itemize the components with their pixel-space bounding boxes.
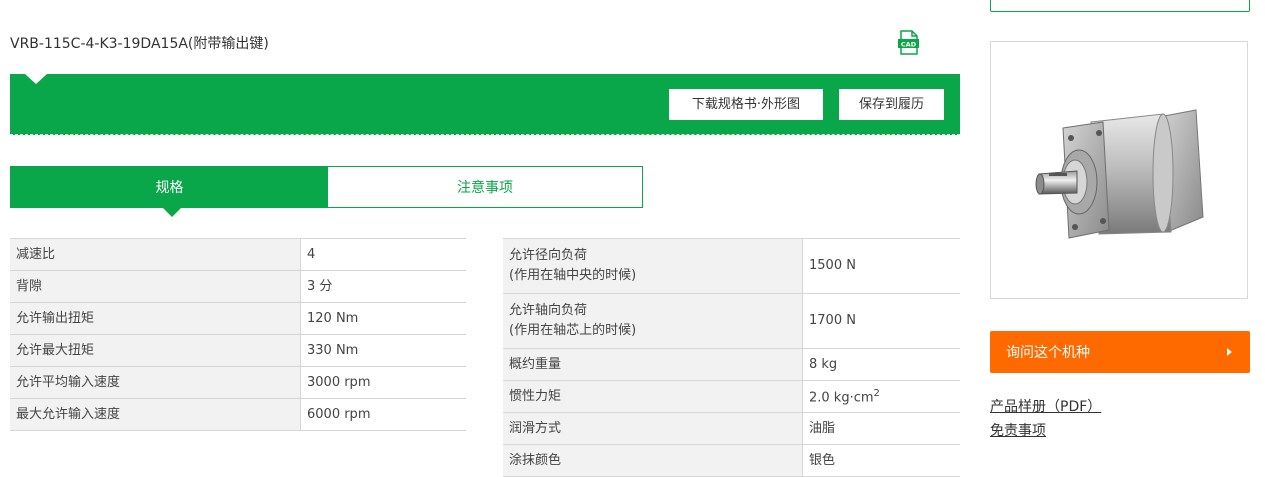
spec-value: 2.0 kg·cm2 — [802, 380, 960, 413]
table-row: 允许径向负荷 (作用在轴中央的时候) 1500 N — [503, 238, 960, 294]
spec-value: 4 — [300, 238, 466, 271]
table-row: 允许最大扭矩 330 Nm — [10, 334, 466, 367]
spec-value: 1700 N — [802, 293, 960, 349]
table-row: 允许平均输入速度 3000 rpm — [10, 366, 466, 399]
table-row: 惯性力矩 2.0 kg·cm2 — [503, 380, 960, 413]
catalog-pdf-link[interactable]: 产品样册（PDF） — [990, 396, 1101, 416]
tab-specs-label: 规格 — [155, 180, 184, 196]
spec-label: 惯性力矩 — [503, 380, 803, 413]
table-row: 润滑方式 油脂 — [503, 412, 960, 445]
spec-value: 330 Nm — [300, 334, 466, 367]
spec-label: 润滑方式 — [503, 412, 803, 445]
sidebar-top-box — [990, 0, 1250, 12]
product-title: VRB-115C-4-K3-19DA15A(附带输出键) — [10, 36, 269, 52]
banner-notch — [25, 74, 47, 84]
inertia-unit-exponent: 2 — [873, 388, 880, 400]
spec-label: 减速比 — [10, 238, 301, 271]
spec-value: 6000 rpm — [300, 398, 466, 431]
spec-value: 1500 N — [802, 238, 960, 294]
spec-value: 银色 — [802, 444, 960, 477]
table-row: 概约重量 8 kg — [503, 348, 960, 381]
tab-notes-label: 注意事项 — [457, 180, 513, 196]
spec-table-right: 允许径向负荷 (作用在轴中央的时候) 1500 N 允许轴向负荷 (作用在轴芯上… — [503, 238, 960, 477]
spec-label: 允许最大扭矩 — [10, 334, 301, 367]
spec-label: 涂抹颜色 — [503, 444, 803, 477]
spec-label: 最大允许输入速度 — [10, 398, 301, 431]
spec-label-main: 允许径向负荷 — [509, 248, 588, 263]
download-spec-button[interactable]: 下载规格书·外形图 — [669, 89, 823, 120]
tab-notes[interactable]: 注意事项 — [328, 167, 642, 207]
spec-label: 允许平均输入速度 — [10, 366, 301, 399]
spec-label-note: (作用在轴芯上的时候) — [509, 323, 637, 338]
inquiry-button[interactable]: 询问这个机种 — [990, 331, 1250, 373]
spec-value: 120 Nm — [300, 302, 466, 335]
spec-label-note: (作用在轴中央的时候) — [509, 268, 637, 283]
spec-label: 概约重量 — [503, 348, 803, 381]
table-row: 允许轴向负荷 (作用在轴芯上的时候) 1700 N — [503, 293, 960, 349]
spec-value: 3000 rpm — [300, 366, 466, 399]
disclaimer-link[interactable]: 免责事项 — [990, 420, 1046, 440]
caret-right-icon — [1227, 348, 1232, 356]
spec-label-main: 允许轴向负荷 — [509, 303, 588, 318]
table-row: 涂抹颜色 银色 — [503, 444, 960, 477]
spec-table-left: 减速比 4 背隙 3 分 允许输出扭矩 120 Nm 允许最大扭矩 330 Nm 允许平… — [10, 238, 466, 431]
spec-label: 背隙 — [10, 270, 301, 303]
spec-label: 允许径向负荷 (作用在轴中央的时候) — [503, 238, 803, 294]
table-row: 减速比 4 — [10, 238, 466, 271]
cad-badge-text: CAD — [901, 40, 917, 48]
spec-value: 8 kg — [802, 348, 960, 381]
spec-tabs: 规格 注意事项 — [10, 166, 643, 217]
cad-download-icon[interactable]: CAD — [898, 30, 919, 55]
table-row: 允许输出扭矩 120 Nm — [10, 302, 466, 335]
inquiry-button-label: 询问这个机种 — [1006, 345, 1090, 361]
action-banner: 下载规格书·外形图 保存到履历 — [10, 74, 960, 135]
gearbox-illustration — [1035, 109, 1204, 239]
table-row: 背隙 3 分 — [10, 270, 466, 303]
product-image — [990, 41, 1248, 299]
spec-value: 油脂 — [802, 412, 960, 445]
tab-specs[interactable]: 规格 — [11, 167, 328, 217]
save-history-button[interactable]: 保存到履历 — [839, 89, 944, 120]
tab-active-arrow — [162, 207, 182, 217]
spec-label: 允许输出扭矩 — [10, 302, 301, 335]
inertia-value: 2.0 kg·cm — [809, 390, 874, 406]
spec-value: 3 分 — [300, 270, 466, 303]
spec-label: 允许轴向负荷 (作用在轴芯上的时候) — [503, 293, 803, 349]
table-row: 最大允许输入速度 6000 rpm — [10, 398, 466, 431]
